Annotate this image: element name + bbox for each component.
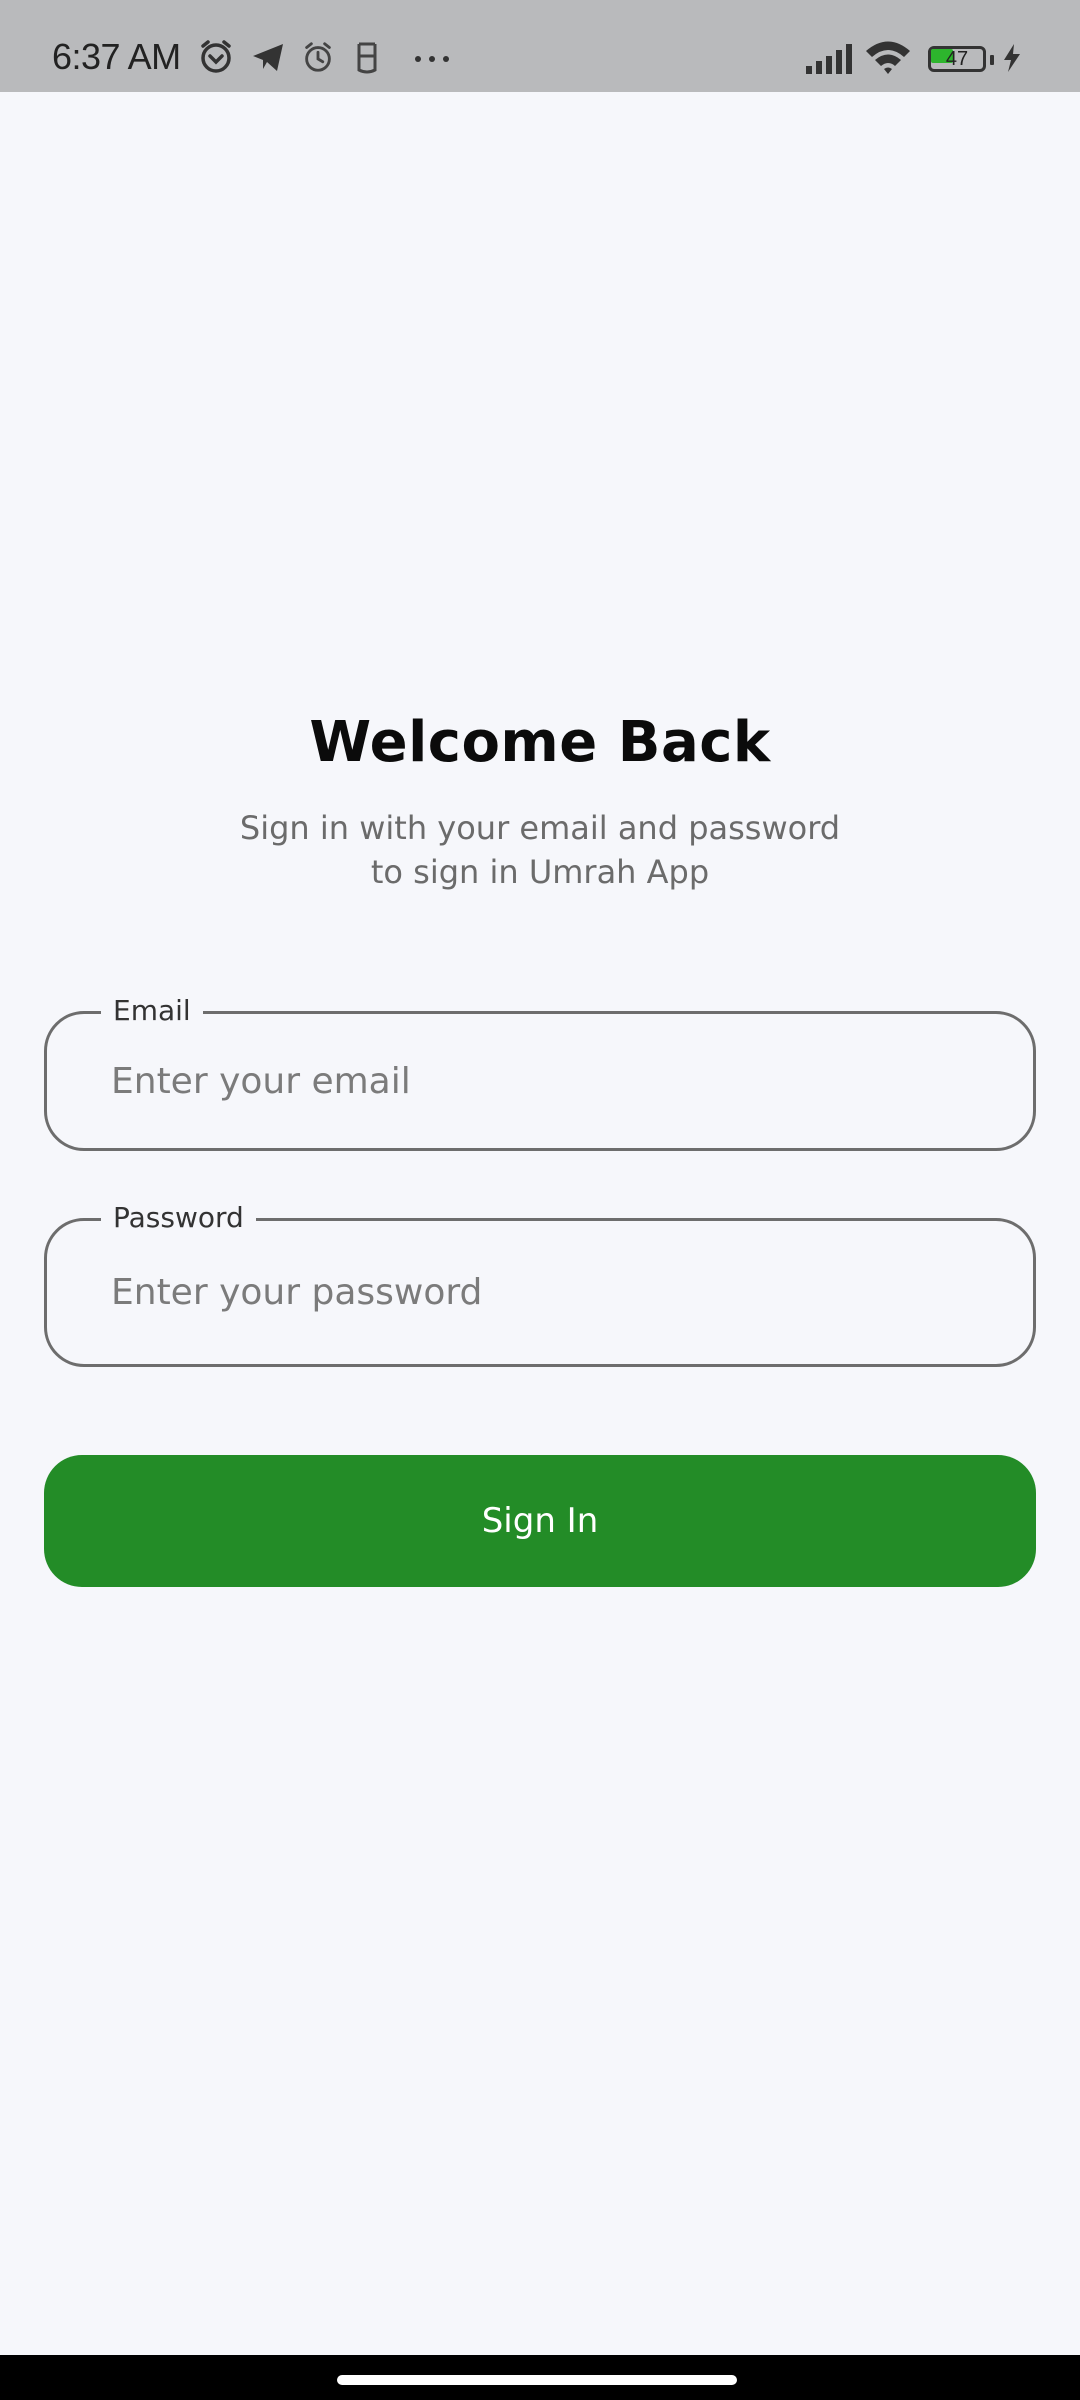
subtitle-line-2: to sign in Umrah App [370,853,710,891]
telegram-icon [249,38,287,76]
signal-icon [804,38,854,76]
notification-icon [350,38,384,76]
password-input[interactable] [111,1221,991,1364]
status-time: 6:37 AM [52,36,181,77]
status-bar: 6:37 AM 47 [0,0,1080,92]
page-subtitle: Sign in with your email and password to … [0,806,1080,894]
more-icon [412,38,452,76]
subtitle-line-1: Sign in with your email and password [239,809,841,847]
alarm-icon [197,38,235,76]
sign-in-button[interactable]: Sign In [44,1455,1036,1587]
navigation-bar [0,2355,1080,2400]
password-field[interactable]: Password [44,1201,1036,1367]
email-field[interactable]: Email [44,994,1036,1151]
battery-level: 47 [945,48,969,70]
wifi-icon [864,38,912,76]
alarm-clock-icon [300,38,336,76]
home-indicator[interactable] [337,2375,737,2385]
battery-icon: 47 [928,46,994,74]
page-title: Welcome Back [309,710,771,775]
email-input[interactable] [111,1014,991,1148]
charging-icon [1000,38,1024,76]
